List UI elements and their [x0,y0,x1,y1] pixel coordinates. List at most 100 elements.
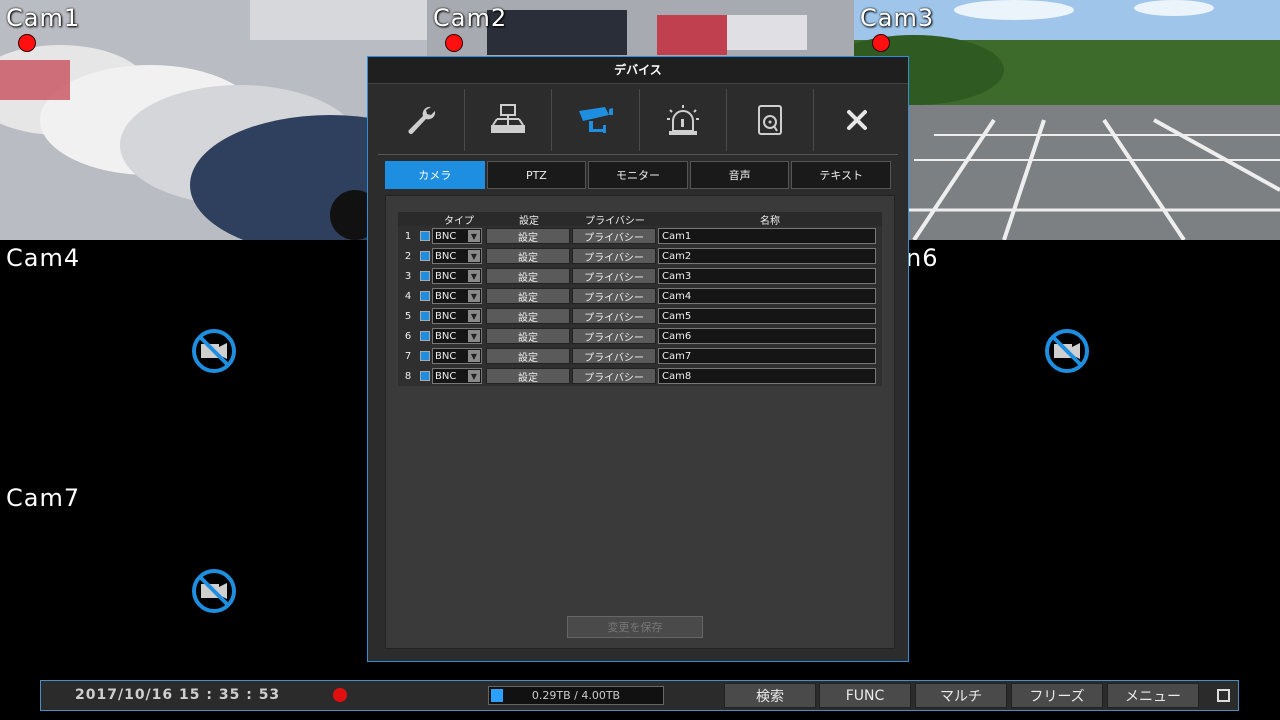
camera-icon [579,107,614,133]
camera-name-input[interactable]: Cam3 [658,268,876,284]
camera-tile-1[interactable]: Cam1 [0,0,427,240]
multi-view-button[interactable]: マルチ [915,683,1007,708]
camera-label: n6 [906,244,939,272]
chevron-down-icon: ▼ [468,310,480,322]
chevron-down-icon: ▼ [468,370,480,382]
table-row: 6 BNC ▼ 設定 プライバシー Cam6 [398,326,882,346]
camera-feed-image [854,0,1280,240]
storage-usage-bar: 0.29TB / 4.00TB [488,686,664,705]
privacy-button[interactable]: プライバシー [572,248,656,264]
type-select[interactable]: BNC ▼ [432,328,482,344]
chevron-down-icon: ▼ [468,290,480,302]
type-select[interactable]: BNC ▼ [432,248,482,264]
camera-label: Cam3 [860,4,935,32]
no-video-icon [1045,329,1089,373]
camera-settings-panel: タイプ 設定 プライバシー 名称 1 BNC ▼ 設定 プライバシー Cam1 2 BNC ▼ 設… [385,195,895,649]
camera-feed-image [0,0,427,240]
camera-enable-checkbox[interactable] [420,271,430,281]
privacy-button[interactable]: プライバシー [572,368,656,384]
row-number: 7 [404,350,412,362]
column-header-settings: 設定 [519,215,539,227]
camera-tile-3[interactable]: Cam3 [854,0,1280,240]
table-row: 5 BNC ▼ 設定 プライバシー Cam5 [398,306,882,326]
freeze-button[interactable]: フリーズ [1011,683,1103,708]
func-button[interactable]: FUNC [819,683,911,708]
settings-button[interactable]: 設定 [486,248,570,264]
tab-audio[interactable]: 音声 [689,161,790,189]
camera-name-input[interactable]: Cam4 [658,288,876,304]
type-select[interactable]: BNC ▼ [432,348,482,364]
no-video-icon [192,569,236,613]
settings-button[interactable]: 設定 [486,308,570,324]
camera-name-input[interactable]: Cam5 [658,308,876,324]
column-header-name: 名称 [760,215,780,227]
save-changes-button[interactable]: 変更を保存 [567,616,703,638]
table-row: 7 BNC ▼ 設定 プライバシー Cam7 [398,346,882,366]
privacy-button[interactable]: プライバシー [572,308,656,324]
settings-button[interactable]: 設定 [486,348,570,364]
close-button[interactable] [814,89,900,151]
row-number: 4 [404,290,412,302]
alarm-icon [666,105,699,135]
camera-table: タイプ 設定 プライバシー 名称 1 BNC ▼ 設定 プライバシー Cam1 2 BNC ▼ 設… [398,212,882,386]
table-row: 1 BNC ▼ 設定 プライバシー Cam1 [398,226,882,246]
table-row: 2 BNC ▼ 設定 プライバシー Cam2 [398,246,882,266]
settings-button[interactable]: 設定 [486,228,570,244]
type-select[interactable]: BNC ▼ [432,308,482,324]
camera-enable-checkbox[interactable] [420,291,430,301]
recording-indicator [18,34,36,52]
fullscreen-toggle[interactable] [1217,689,1230,702]
camera-name-input[interactable]: Cam6 [658,328,876,344]
dialog-icon-bar [378,89,900,151]
menu-device-button[interactable] [552,89,640,151]
column-header-privacy: プライバシー [585,215,645,227]
menu-event-button[interactable] [640,89,727,151]
privacy-button[interactable]: プライバシー [572,328,656,344]
search-button[interactable]: 検索 [724,683,816,708]
camera-enable-checkbox[interactable] [420,351,430,361]
settings-button[interactable]: 設定 [486,328,570,344]
type-select[interactable]: BNC ▼ [432,268,482,284]
network-icon [491,104,526,133]
camera-enable-checkbox[interactable] [420,251,430,261]
tab-monitor[interactable]: モニター [588,161,688,189]
bottom-status-bar: 2017/10/16 15 : 35 : 53 0.29TB / 4.00TB … [40,680,1239,711]
tab-text[interactable]: テキスト [791,161,891,189]
tab-ptz[interactable]: PTZ [486,161,587,189]
tab-camera[interactable]: カメラ [385,161,485,189]
type-select[interactable]: BNC ▼ [432,288,482,304]
storage-usage-text: 0.29TB / 4.00TB [531,689,621,702]
privacy-button[interactable]: プライバシー [572,288,656,304]
recording-indicator [445,34,463,52]
menu-button[interactable]: メニュー [1107,683,1199,708]
type-select[interactable]: BNC ▼ [432,368,482,384]
chevron-down-icon: ▼ [468,230,480,242]
privacy-button[interactable]: プライバシー [572,348,656,364]
recording-status-icon [333,688,347,702]
row-number: 2 [404,250,412,262]
menu-system-button[interactable] [378,89,466,151]
menu-storage-button[interactable] [727,89,814,151]
camera-enable-checkbox[interactable] [420,371,430,381]
table-row: 3 BNC ▼ 設定 プライバシー Cam3 [398,266,882,286]
privacy-button[interactable]: プライバシー [572,228,656,244]
camera-name-input[interactable]: Cam7 [658,348,876,364]
camera-enable-checkbox[interactable] [420,311,430,321]
camera-tile-4[interactable]: Cam4 [0,240,427,480]
camera-enable-checkbox[interactable] [420,331,430,341]
camera-name-input[interactable]: Cam2 [658,248,876,264]
menu-network-button[interactable] [465,89,553,151]
camera-tile-6[interactable]: n6 [854,240,1280,480]
camera-enable-checkbox[interactable] [420,231,430,241]
divider [378,154,898,155]
settings-button[interactable]: 設定 [486,368,570,384]
type-select[interactable]: BNC ▼ [432,228,482,244]
settings-button[interactable]: 設定 [486,268,570,284]
camera-name-input[interactable]: Cam1 [658,228,876,244]
row-number: 8 [404,370,412,382]
chevron-down-icon: ▼ [468,350,480,362]
camera-name-input[interactable]: Cam8 [658,368,876,384]
privacy-button[interactable]: プライバシー [572,268,656,284]
wrench-icon [408,106,436,134]
settings-button[interactable]: 設定 [486,288,570,304]
